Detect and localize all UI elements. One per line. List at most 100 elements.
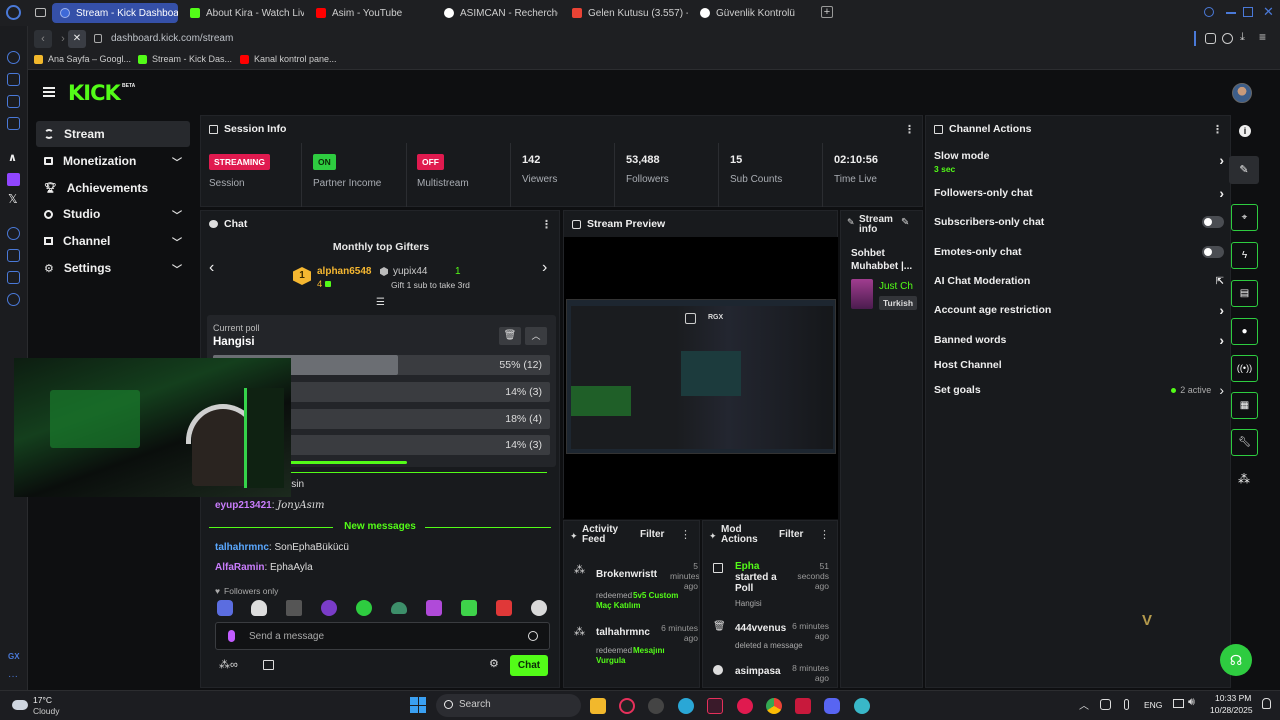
kebab-menu-icon[interactable]: ⋮	[904, 123, 915, 136]
minimize-button[interactable]	[1226, 12, 1236, 14]
emote-1-icon[interactable]	[217, 600, 233, 616]
edge-taskbar-icon[interactable]	[678, 698, 694, 714]
player-icon[interactable]	[7, 73, 20, 86]
search-tabs-icon[interactable]	[1204, 7, 1214, 17]
gifter2-name[interactable]: yupix44	[393, 266, 427, 277]
weather-icon[interactable]	[12, 700, 28, 710]
maximize-button[interactable]	[1243, 7, 1253, 17]
twitch-side-icon[interactable]	[7, 173, 20, 186]
account-age-row[interactable]: Account age restriction ›	[934, 301, 1224, 319]
tab-asimcan[interactable]: ASIMCAN - Recherche G	[436, 3, 558, 23]
display-tray-icon[interactable]	[1173, 699, 1184, 708]
nav-stream[interactable]: Stream	[36, 121, 190, 147]
chat-tool-button[interactable]: ●	[1231, 318, 1258, 345]
kebab-menu-icon[interactable]: ⋮	[1212, 123, 1223, 136]
nav-studio[interactable]: Studio ﹀	[36, 201, 190, 227]
chat-username[interactable]: eyup213421	[215, 500, 272, 511]
clock-side-icon[interactable]	[7, 227, 20, 240]
kebab-menu-icon[interactable]: ⋮	[541, 218, 552, 231]
edit-tool-button[interactable]: ✎	[1229, 156, 1259, 184]
users-tool-icon[interactable]: ⁂	[1238, 472, 1250, 486]
gifters-next-button[interactable]: ›	[542, 259, 547, 277]
info-icon[interactable]: i	[1239, 125, 1251, 137]
mic-tray-icon[interactable]	[1124, 699, 1129, 710]
set-goals-row[interactable]: Set goals 2 active ›	[934, 381, 1224, 399]
slow-mode-row[interactable]: Slow mode 3 sec ›	[934, 150, 1224, 178]
filter-icon[interactable]: ☰	[376, 297, 385, 308]
tab-gmail[interactable]: Gelen Kutusu (3.557) - as	[564, 3, 688, 23]
kebab-menu-icon[interactable]: ⋮	[680, 528, 691, 541]
user-avatar[interactable]	[1232, 83, 1252, 103]
tab-list-icon[interactable]	[35, 8, 46, 17]
more-icon[interactable]: ···	[8, 671, 18, 682]
opera-gx-taskbar-icon[interactable]	[619, 698, 635, 714]
bag-side-icon[interactable]	[7, 271, 20, 284]
emote-3-icon[interactable]	[286, 600, 302, 616]
subscribers-only-toggle[interactable]	[1202, 216, 1224, 228]
activity-filter-button[interactable]: Filter	[640, 529, 664, 540]
wrench-tool-button[interactable]: 🔧︎	[1231, 429, 1258, 456]
popout-icon[interactable]	[685, 313, 696, 324]
x-side-icon[interactable]: 𝕏	[8, 192, 18, 206]
gifters-prev-button[interactable]: ‹	[209, 259, 214, 277]
close-window-button[interactable]: ✕	[1263, 4, 1274, 20]
chat-username[interactable]: talhahrmnc	[215, 542, 269, 553]
pin-side-icon[interactable]	[7, 249, 20, 262]
chrome-taskbar-icon[interactable]	[766, 698, 782, 714]
messenger-icon[interactable]	[7, 95, 20, 108]
language-indicator[interactable]: ENG	[1144, 700, 1162, 710]
media-taskbar-icon[interactable]	[737, 698, 753, 714]
tray-app-icon[interactable]	[1100, 699, 1111, 710]
tab-security-check[interactable]: Güvenlik Kontrolü	[692, 3, 816, 23]
gmail-side-icon[interactable]	[7, 117, 20, 130]
opera-menu-icon[interactable]	[6, 5, 21, 20]
banned-words-row[interactable]: Banned words ›	[934, 331, 1224, 349]
settings-side-icon[interactable]	[7, 293, 20, 306]
video-area[interactable]: RGX	[564, 237, 838, 519]
emote-6-icon[interactable]	[391, 602, 407, 614]
easy-setup-icon[interactable]: ≡	[1259, 30, 1266, 44]
collapse-poll-button[interactable]: ︿	[525, 327, 547, 345]
chat-input-box[interactable]: Send a message	[215, 622, 550, 650]
tab-kick-dashboard[interactable]: Stream - Kick Dashboard	[52, 3, 178, 23]
voicemod-taskbar-icon[interactable]	[795, 698, 811, 714]
followers-only-row[interactable]: Followers-only chat ›	[934, 184, 1224, 202]
emote-5-icon[interactable]	[356, 600, 372, 616]
chat-username[interactable]: AlfaRamin	[215, 562, 264, 573]
extensions-icon[interactable]	[1205, 33, 1216, 44]
tray-expand-icon[interactable]: ︿	[1079, 697, 1089, 712]
activity-user[interactable]: talhahrmnc	[596, 627, 650, 638]
windows-start-button[interactable]	[410, 697, 426, 713]
emote-4-icon[interactable]	[321, 600, 337, 616]
chat-send-button[interactable]: Chat	[510, 655, 548, 676]
focus-tool-button[interactable]: ⌖	[1231, 204, 1258, 231]
app-taskbar-icon[interactable]	[707, 698, 723, 714]
emoji-icon[interactable]	[528, 631, 538, 641]
volume-tray-icon[interactable]: 🔊︎	[1188, 696, 1195, 709]
bookmark-ana-sayfa[interactable]: Ana Sayfa – Googl...	[34, 54, 131, 64]
nav-settings[interactable]: ⚙ Settings ﹀	[36, 255, 190, 281]
mod-user[interactable]: asimpasa	[735, 666, 781, 677]
mod-user[interactable]: 444vvenus	[735, 623, 786, 634]
nav-channel[interactable]: Channel ﹀	[36, 228, 190, 254]
back-button[interactable]: ‹	[34, 30, 52, 48]
tab-youtube[interactable]: Asim - YouTube	[308, 3, 428, 23]
emotes-only-toggle[interactable]	[1202, 246, 1224, 258]
layout-tool-button[interactable]: ▦	[1231, 392, 1258, 419]
activity-user[interactable]: Brokenwristt	[596, 569, 657, 580]
notes-tool-button[interactable]: ▤	[1231, 280, 1258, 307]
broadcast-tool-button[interactable]: ((•))	[1231, 355, 1258, 382]
kebab-menu-icon[interactable]: ⋮	[819, 528, 830, 541]
file-explorer-icon[interactable]	[590, 698, 606, 714]
mod-user[interactable]: Epha	[735, 561, 759, 572]
mod-filter-button[interactable]: Filter	[779, 529, 803, 540]
emote-10-icon[interactable]	[531, 600, 547, 616]
edit-stream-info-button[interactable]: ✎	[901, 217, 909, 228]
download-icon[interactable]: ⤓	[1240, 31, 1245, 44]
history-icon[interactable]	[7, 51, 20, 64]
lightning-tool-button[interactable]: ϟ	[1231, 242, 1258, 269]
discord-taskbar-icon[interactable]	[824, 698, 840, 714]
ai-moderation-row[interactable]: AI Chat Moderation ⇱	[934, 272, 1224, 290]
bookmark-stream-kick[interactable]: Stream - Kick Das...	[138, 54, 232, 64]
stop-loading-button[interactable]: ✕	[68, 30, 86, 48]
